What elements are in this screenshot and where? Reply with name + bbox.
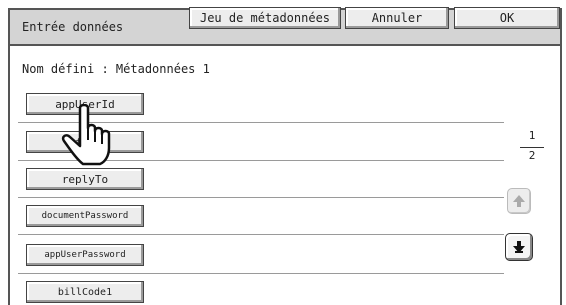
field-button-appuserpassword[interactable]: appUserPassword <box>26 244 144 266</box>
scroll-up-button[interactable] <box>507 188 531 214</box>
field-button-replyto[interactable]: replyTo <box>26 168 144 190</box>
page-current: 1 <box>528 129 536 142</box>
cancel-button[interactable]: Annuler <box>345 7 449 29</box>
row-divider <box>18 197 504 198</box>
pointing-hand-icon <box>61 104 111 166</box>
scroll-down-button[interactable] <box>505 233 533 261</box>
field-button-documentpassword[interactable]: documentPassword <box>26 205 144 227</box>
arrow-up-icon <box>513 195 525 207</box>
row-divider <box>18 234 504 235</box>
page-total: 2 <box>528 149 536 162</box>
page-divider <box>520 147 544 148</box>
ok-button[interactable]: OK <box>454 7 560 29</box>
arrow-down-icon <box>513 241 525 253</box>
row-divider <box>18 273 504 274</box>
defined-name-label: Nom défini : Métadonnées 1 <box>22 62 210 76</box>
field-button-billcode1[interactable]: billCode1 <box>26 281 144 303</box>
dialog-title: Entrée données <box>22 20 124 34</box>
metadata-set-button[interactable]: Jeu de métadonnées <box>189 7 341 29</box>
